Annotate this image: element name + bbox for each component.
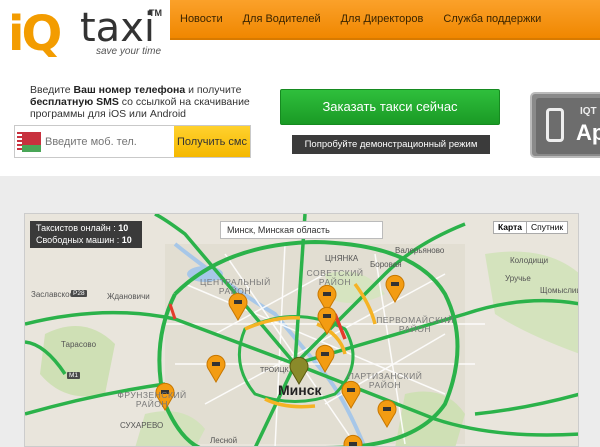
phone-input[interactable]: [45, 130, 173, 154]
map-label-place: Колодищи: [510, 256, 549, 265]
sms-promo-text: Введите Ваш номер телефона и получите бе…: [30, 84, 250, 120]
map-type-map-button[interactable]: Карта: [494, 222, 527, 233]
app-store-badge[interactable]: IQT Ap: [530, 92, 600, 158]
app-badge-small-text: IQT: [580, 106, 597, 117]
stats-free-row: Свободных машин : 10: [36, 235, 136, 247]
stats-free-label: Свободных машин :: [36, 234, 120, 245]
iphone-icon: [546, 108, 564, 142]
map-label-place: Лесной: [210, 436, 238, 445]
road-label: Р28: [71, 290, 87, 297]
map-label-city: Минск: [278, 382, 322, 398]
map-type-satellite-button[interactable]: Спутник: [527, 222, 567, 233]
map-label-place: Щомыслица: [540, 286, 578, 295]
main-nav: Новости Для Водителей Для Директоров Слу…: [170, 0, 600, 38]
demo-mode-button[interactable]: Попробуйте демонстрационный режим: [292, 135, 490, 154]
map-label-place: Ждановичи: [107, 292, 150, 301]
map-label-district: ЦЕНТРАЛЬНЫЙ РАЙОН: [200, 277, 271, 296]
map-type-toggle: Карта Спутник: [493, 221, 569, 234]
map-label-district: ПАРТИЗАНСКИЙ РАЙОН: [347, 371, 423, 390]
map[interactable]: Минск ЦЕНТРАЛЬНЫЙ РАЙОН СОВЕТСКИЙ РАЙОН …: [24, 213, 579, 447]
order-taxi-button[interactable]: Заказать такси сейчас: [280, 89, 500, 125]
map-label-place: Уручье: [505, 274, 531, 283]
stats-online-value: 10: [118, 223, 129, 233]
app-badge-large-text: Ap: [576, 120, 600, 145]
sms-text-part: Введите: [30, 84, 74, 96]
map-label-place: Боровая: [370, 260, 402, 269]
map-label-district: ПЕРВОМАЙСКИЙ РАЙОН: [376, 315, 454, 334]
nav-support[interactable]: Служба поддержки: [443, 13, 541, 25]
logo[interactable]: iQ taxi TM save your time: [8, 4, 168, 64]
get-sms-button[interactable]: Получить смс: [174, 126, 250, 157]
logo-taxi: taxi: [80, 5, 155, 51]
sms-text-part: и получите: [185, 84, 242, 96]
logo-slogan: save your time: [96, 46, 162, 57]
sms-form: Получить смс: [14, 125, 251, 158]
map-label-place: Валерьяново: [395, 246, 445, 255]
stats-online-label: Таксистов онлайн :: [36, 223, 116, 233]
map-label-place: Заславское: [31, 290, 75, 299]
nav-drivers[interactable]: Для Водителей: [243, 13, 321, 25]
road-label: М1: [67, 372, 81, 379]
nav-news[interactable]: Новости: [180, 13, 223, 25]
taxi-stats-box: Таксистов онлайн : 10 Свободных машин : …: [30, 221, 142, 248]
map-label-place: СУХАРЕВО: [120, 421, 164, 430]
map-label-place: ТРОИЦК: [260, 367, 289, 374]
map-canvas: [25, 214, 578, 446]
sms-text-bold: Ваш номер телефона: [73, 84, 186, 96]
sms-text-bold: бесплатную SMS: [30, 96, 119, 108]
logo-iq: iQ: [8, 6, 62, 62]
stats-online-row: Таксистов онлайн : 10: [36, 223, 136, 235]
map-search-input[interactable]: Минск, Минская область: [220, 221, 383, 239]
map-label-district: СОВЕТСКИЙ РАЙОН: [306, 268, 364, 287]
nav-directors[interactable]: Для Директоров: [341, 13, 424, 25]
stats-free-value: 10: [121, 234, 132, 245]
nav-shadow: [170, 38, 600, 40]
map-label-place: Тарасово: [61, 340, 97, 349]
logo-trademark: TM: [149, 8, 162, 18]
map-label-place: ЦНЯНКА: [325, 254, 359, 263]
map-label-district: ФРУНЗЕНСКИЙ РАЙОН: [117, 390, 187, 409]
belarus-flag-icon: [17, 132, 41, 152]
